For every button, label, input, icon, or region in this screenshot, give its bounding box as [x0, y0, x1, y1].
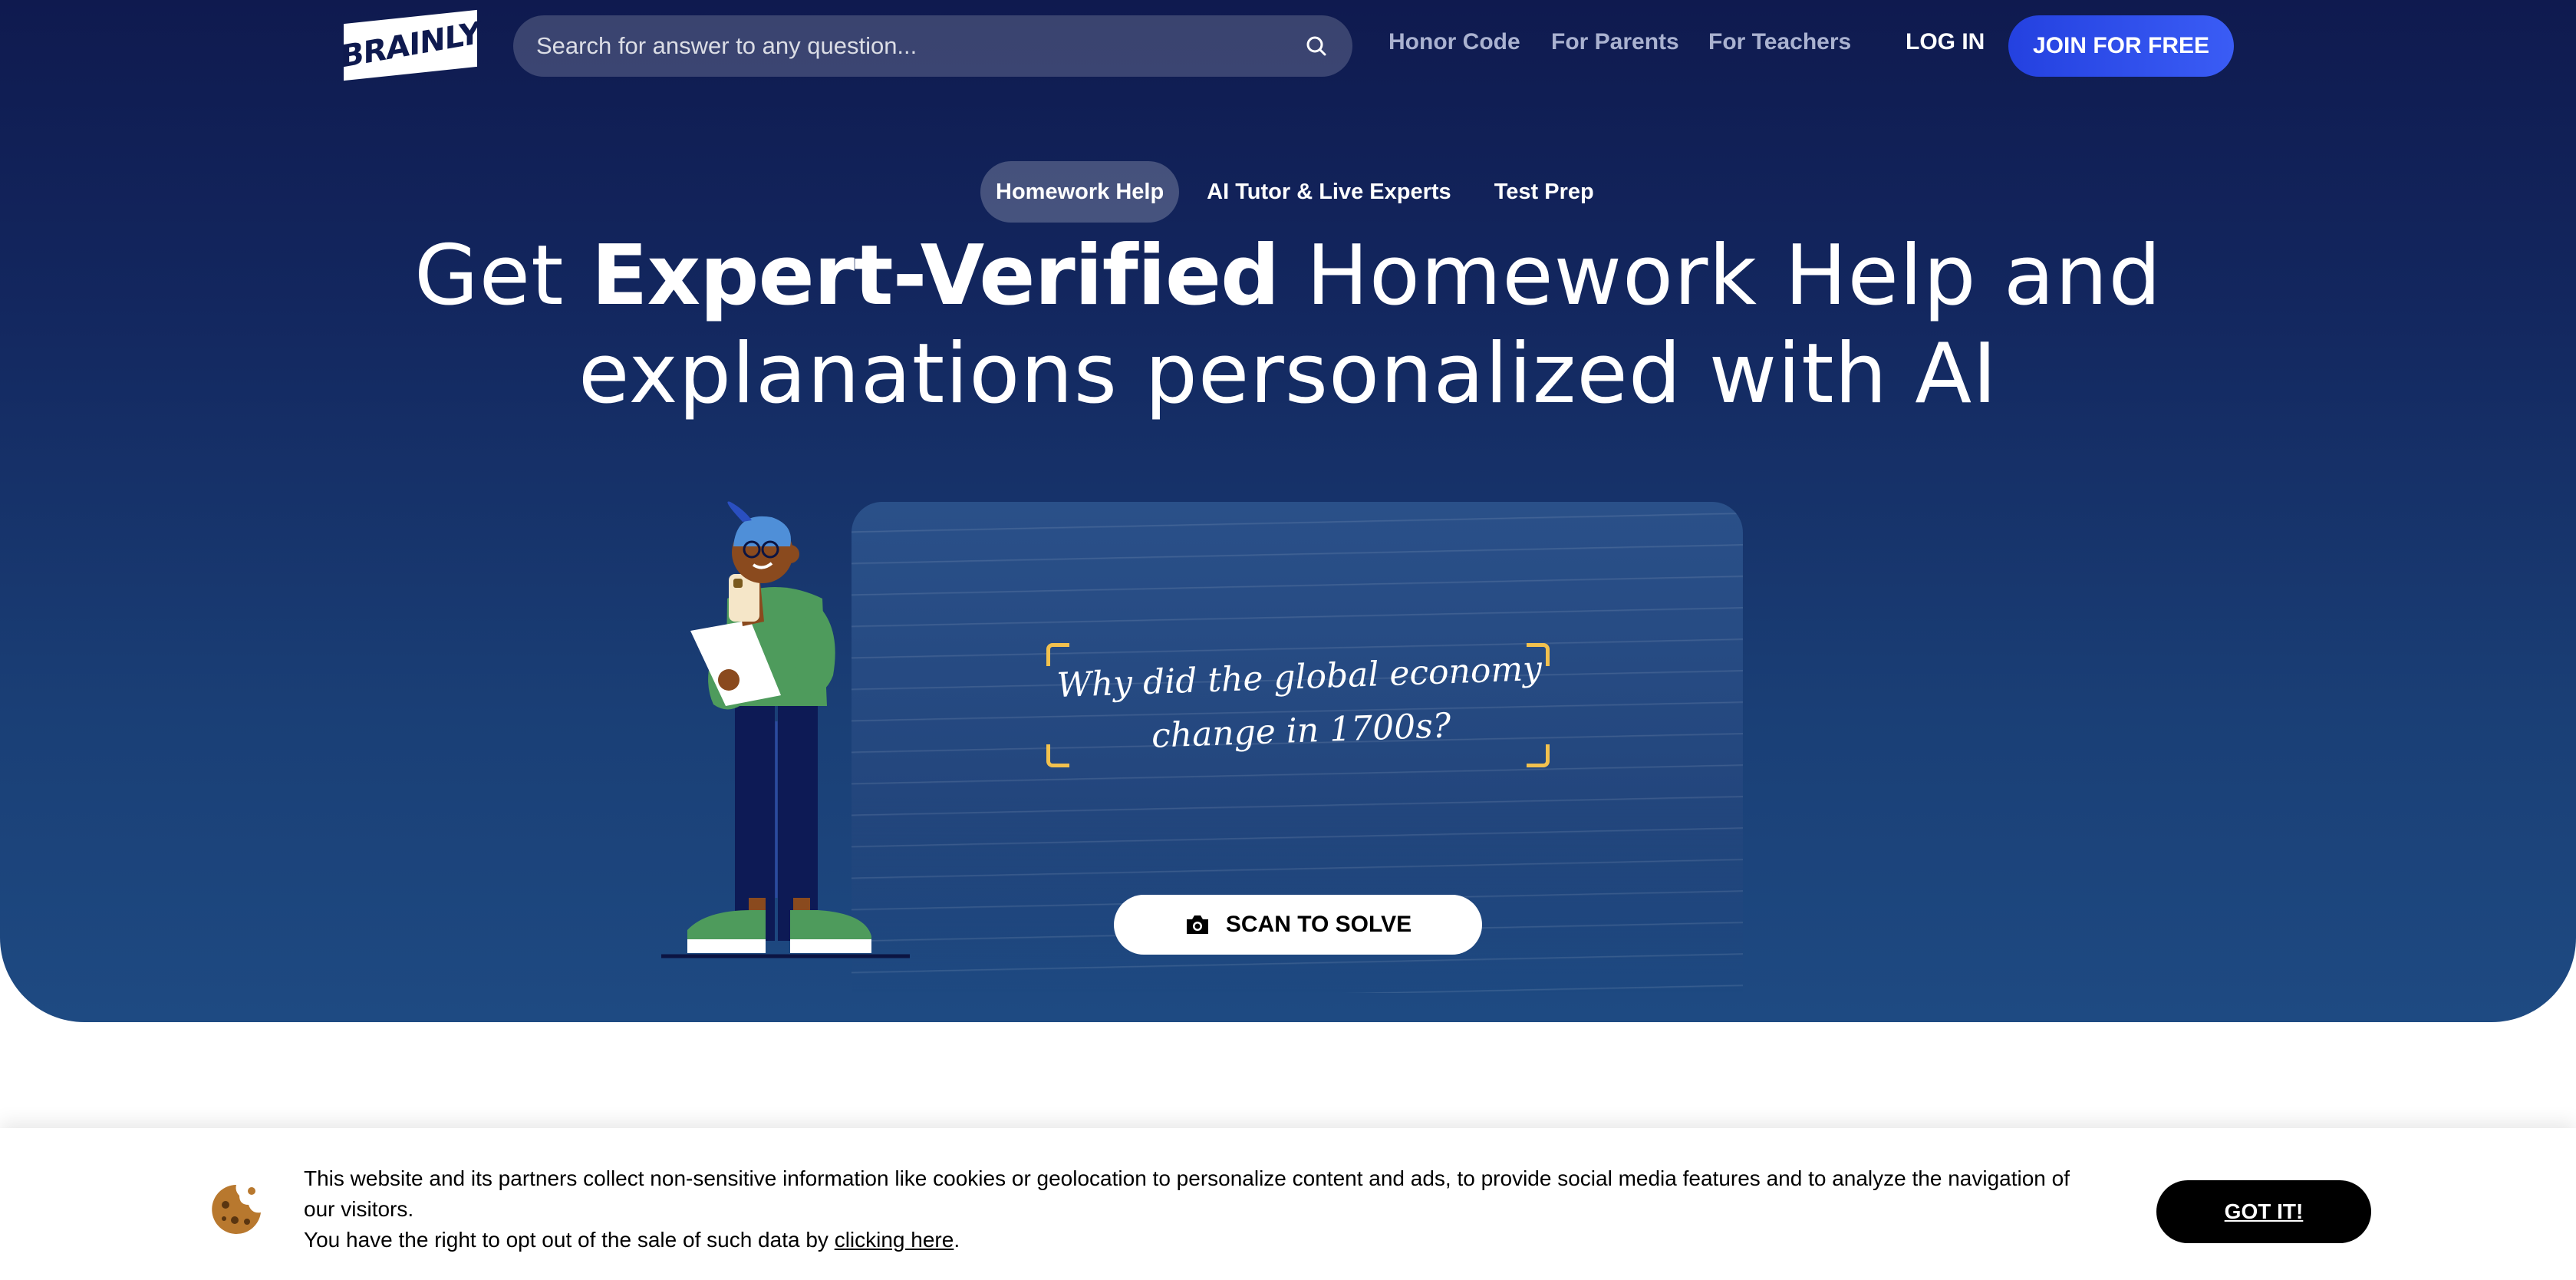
cookie-text-line1: This website and its partners collect no…: [304, 1166, 2070, 1221]
join-for-free-button[interactable]: JOIN FOR FREE: [2008, 15, 2234, 77]
cookie-message: This website and its partners collect no…: [304, 1163, 2084, 1255]
question-line2: change in 1700s?: [1151, 706, 1452, 756]
sample-question: Why did the global economy change in 170…: [1049, 642, 1551, 767]
headline-bold: Expert-Verified: [591, 228, 1280, 324]
scan-to-solve-button[interactable]: SCAN TO SOLVE: [1114, 895, 1482, 955]
nav-for-parents[interactable]: For Parents: [1551, 29, 1679, 55]
nav-for-teachers[interactable]: For Teachers: [1708, 29, 1851, 55]
brainly-logo[interactable]: BRAINLY: [341, 9, 480, 81]
login-link[interactable]: LOG IN: [1906, 29, 1985, 55]
hero-headline: Get Expert-Verified Homework Help and ex…: [0, 227, 2576, 424]
headline-post: Homework Help and: [1279, 228, 2163, 324]
cookie-text-line2-suffix: .: [954, 1228, 960, 1252]
headline-pre: Get: [413, 228, 591, 324]
opt-out-link[interactable]: clicking here: [835, 1228, 954, 1252]
logo-text: BRAINLY: [341, 15, 480, 75]
got-it-button[interactable]: GOT IT!: [2156, 1180, 2371, 1243]
product-tabs: Homework Help AI Tutor & Live Experts Te…: [980, 161, 1609, 223]
question-line1: Why did the global economy: [1056, 648, 1543, 706]
headline-line2: explanations personalized with AI: [578, 326, 1998, 422]
hero-section: BRAINLY Honor Code For Parents For Teach…: [0, 0, 2576, 1022]
scan-label: SCAN TO SOLVE: [1225, 912, 1412, 937]
tab-homework-help[interactable]: Homework Help: [980, 161, 1180, 223]
student-illustration: [661, 501, 910, 958]
search-bar[interactable]: [513, 15, 1352, 77]
tab-test-prep[interactable]: Test Prep: [1479, 161, 1609, 223]
search-input[interactable]: [536, 32, 1303, 60]
nav-honor-code[interactable]: Honor Code: [1388, 29, 1520, 55]
camera-icon: [1184, 913, 1211, 936]
search-icon[interactable]: [1303, 33, 1329, 59]
cookie-icon: [212, 1185, 261, 1234]
tab-ai-tutor-live-experts[interactable]: AI Tutor & Live Experts: [1191, 161, 1467, 223]
cookie-text-line2-prefix: You have the right to opt out of the sal…: [304, 1228, 835, 1252]
